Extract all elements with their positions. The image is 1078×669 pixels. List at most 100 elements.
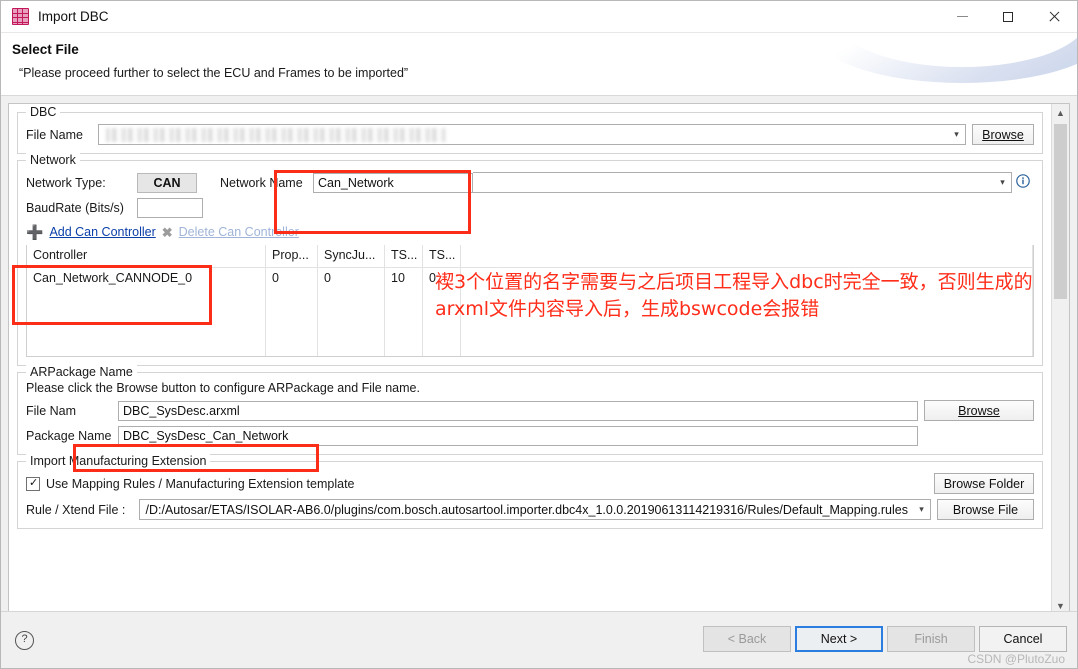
scrollbar-thumb[interactable] [1054, 124, 1067, 299]
network-name-label: Network Name [220, 175, 303, 190]
maximize-icon [1003, 11, 1013, 22]
window-controls [939, 1, 1077, 32]
browse-file-label: Browse File [952, 502, 1019, 517]
delete-x-icon: ✖ [161, 224, 173, 240]
baudrate-label: BaudRate (Bits/s) [26, 201, 124, 215]
form-content: DBC File Name ▾ Browse Network Network T… [9, 104, 1051, 614]
table-row[interactable] [27, 290, 1033, 312]
chevron-down-icon: ▾ [1000, 177, 1005, 187]
scroll-host: DBC File Name ▾ Browse Network Network T… [8, 103, 1070, 615]
wizard-body: DBC File Name ▾ Browse Network Network T… [1, 96, 1077, 615]
rule-xtend-file-label: Rule / Xtend File : [26, 502, 126, 517]
controller-links: ➕ Add Can Controller ✖ Delete Can Contro… [26, 225, 1034, 239]
scroll-up-icon[interactable]: ▲ [1052, 104, 1069, 121]
close-icon [1048, 11, 1060, 23]
chevron-down-icon: ▾ [919, 504, 924, 514]
title-bar: Import DBC [1, 1, 1077, 33]
add-can-controller-link[interactable]: Add Can Controller [49, 225, 155, 239]
next-label: Next > [820, 632, 858, 646]
table-row[interactable] [27, 312, 1033, 334]
use-mapping-rules-label[interactable]: Use Mapping Rules / Manufacturing Extens… [46, 477, 355, 491]
browse-folder-label: Browse Folder [943, 476, 1025, 491]
help-icon[interactable]: ? [15, 631, 34, 650]
table-row[interactable]: Can_Network_CANNODE_0 0 0 10 0 [27, 268, 1033, 290]
vertical-scrollbar[interactable]: ▲ ▼ [1051, 104, 1069, 614]
network-type-row: Network Type: CAN Network Name Can_Netwo… [26, 172, 1034, 193]
dbc-browse-button[interactable]: Browse [972, 124, 1034, 145]
dbc-group-legend: DBC [26, 105, 61, 119]
network-type-value: CAN [137, 172, 197, 193]
browse-folder-button[interactable]: Browse Folder [934, 473, 1034, 494]
cell-extra [461, 268, 1033, 290]
wizard-header: Select File “Please proceed further to s… [1, 33, 1077, 96]
dbc-file-name-combo[interactable]: ▾ [98, 124, 966, 145]
maximize-button[interactable] [985, 1, 1031, 32]
baudrate-input[interactable] [137, 198, 203, 218]
arpackage-browse-button[interactable]: Browse [924, 400, 1034, 421]
package-name-input[interactable]: DBC_SysDesc_Can_Network [118, 426, 918, 446]
cell-controller: Can_Network_CANNODE_0 [27, 268, 266, 290]
close-button[interactable] [1031, 1, 1077, 32]
plus-icon: ➕ [26, 224, 44, 240]
arpackage-file-name-label: File Nam [26, 403, 77, 418]
cell-ts2: 0 [423, 268, 461, 290]
baudrate-row: BaudRate (Bits/s) [26, 198, 1034, 218]
arpackage-hint: Please click the Browse button to config… [26, 381, 420, 395]
rule-xtend-file-value: /D:/Autosar/ETAS/ISOLAR-AB6.0/plugins/co… [145, 502, 908, 517]
finish-button: Finish [887, 626, 975, 652]
minimize-icon [956, 16, 968, 17]
network-type-label: Network Type: [26, 175, 106, 190]
watermark: CSDN @PlutoZuo [967, 652, 1065, 666]
th-prop[interactable]: Prop... [266, 245, 318, 267]
page-subtitle: “Please proceed further to select the EC… [19, 66, 409, 80]
rule-xtend-file-combo[interactable]: /D:/Autosar/ETAS/ISOLAR-AB6.0/plugins/co… [139, 499, 931, 520]
table-row[interactable] [27, 334, 1033, 356]
network-name-input[interactable]: Can_Network [313, 172, 473, 193]
footer-buttons: < Back Next > Finish Cancel [703, 626, 1067, 652]
cancel-button[interactable]: Cancel [979, 626, 1067, 652]
package-name-label: Package Name [26, 429, 112, 443]
back-label: < Back [727, 632, 767, 646]
minimize-button[interactable] [939, 1, 985, 32]
import-dbc-window: Import DBC Select File “Please proceed f… [0, 0, 1078, 669]
th-controller[interactable]: Controller [27, 245, 266, 267]
network-group-legend: Network [26, 153, 80, 167]
table-header-row: Controller Prop... SyncJu... TS... TS... [27, 245, 1033, 268]
th-ts1[interactable]: TS... [385, 245, 423, 267]
file-name-row: File Name ▾ Browse [26, 124, 1034, 145]
use-mapping-rules-checkbox[interactable]: ✓ [26, 476, 40, 491]
chevron-down-icon: ▾ [954, 129, 959, 139]
network-group: Network Network Type: CAN Network Name C… [17, 153, 1043, 366]
cancel-label: Cancel [1003, 632, 1043, 646]
browse-file-button[interactable]: Browse File [936, 499, 1034, 520]
arpackage-browse-label: Browse [958, 403, 1000, 418]
dbc-file-name-label: File Name [26, 127, 83, 142]
th-ts2[interactable]: TS... [423, 245, 461, 267]
th-syncjump[interactable]: SyncJu... [318, 245, 385, 267]
arxml-file-name-row: File Nam DBC_SysDesc.arxml Browse [26, 400, 1034, 421]
arpackage-group-legend: ARPackage Name [26, 365, 137, 379]
controller-table: Controller Prop... SyncJu... TS... TS...… [26, 245, 1034, 357]
th-extra [461, 245, 1033, 267]
manufacturing-extension-group: Import Manufacturing Extension ✓ Use Map… [17, 454, 1043, 529]
dbc-grid-icon [12, 8, 29, 25]
dbc-browse-label: Browse [982, 127, 1024, 142]
info-icon[interactable] [1012, 174, 1034, 191]
dbc-file-name-value [99, 125, 948, 145]
manufacturing-group-legend: Import Manufacturing Extension [26, 454, 211, 468]
finish-label: Finish [914, 632, 948, 646]
back-button: < Back [703, 626, 791, 652]
delete-can-controller-link: Delete Can Controller [178, 225, 299, 239]
rule-xtend-file-row: Rule / Xtend File : /D:/Autosar/ETAS/ISO… [26, 499, 1034, 520]
cell-ts1: 10 [385, 268, 423, 290]
cell-syncjump: 0 [318, 268, 385, 290]
window-title: Import DBC [38, 9, 109, 24]
arpackage-file-name-input[interactable]: DBC_SysDesc.arxml [118, 400, 918, 421]
mapping-rules-row: ✓ Use Mapping Rules / Manufacturing Exte… [26, 473, 1034, 494]
wizard-footer: ? < Back Next > Finish Cancel CSDN @Plut… [1, 611, 1077, 668]
next-button[interactable]: Next > [795, 626, 883, 652]
network-name-combo[interactable]: ▾ [473, 172, 1012, 193]
cell-prop: 0 [266, 268, 318, 290]
package-name-row: Package Name DBC_SysDesc_Can_Network [26, 426, 1034, 446]
arpackage-group: ARPackage Name Please click the Browse b… [17, 365, 1043, 455]
